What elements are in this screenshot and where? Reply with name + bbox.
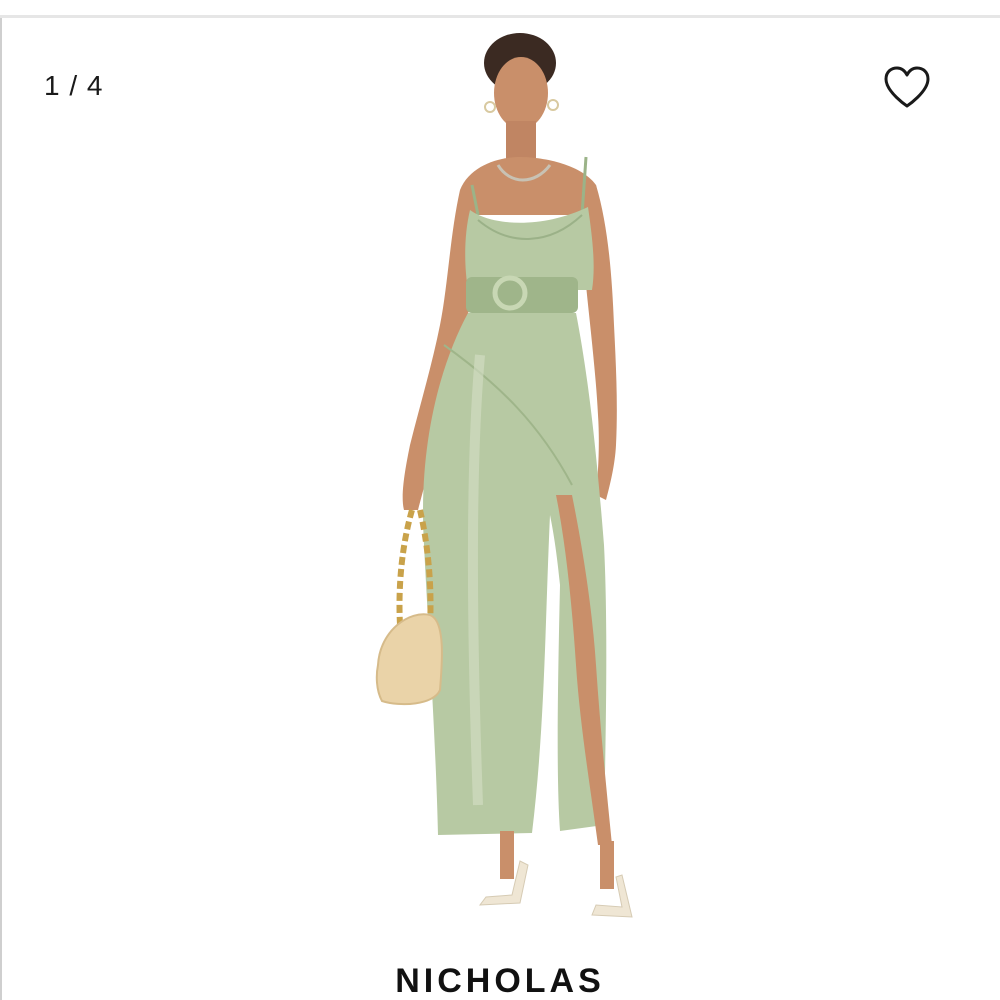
earring-right [547,99,559,111]
model-ankle-right [600,841,614,889]
left-border [0,18,2,1000]
handbag [375,613,443,706]
product-image[interactable] [360,25,680,955]
product-gallery-page: 1 / 4 NICHOLAS [0,0,1000,1000]
earring-left [484,101,496,113]
favorite-button[interactable] [882,64,932,110]
model-neck [506,121,536,161]
image-counter: 1 / 4 [44,70,104,101]
heart-icon [884,66,930,108]
top-divider [0,15,1000,18]
brand-name[interactable]: NICHOLAS [0,962,1000,1000]
model-head [494,57,548,129]
model-ankle-left [500,831,514,879]
